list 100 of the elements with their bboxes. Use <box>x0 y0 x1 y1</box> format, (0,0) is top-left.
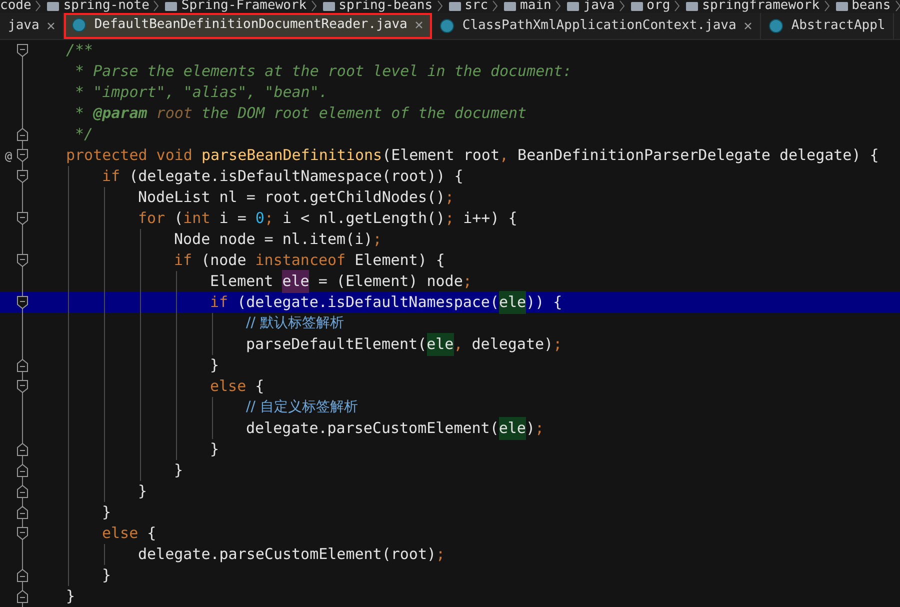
chevron-icon <box>618 0 625 12</box>
folder-icon <box>567 2 580 11</box>
chevron-icon <box>492 0 498 12</box>
code-token: } <box>102 502 112 524</box>
code-token: = (Element) node <box>317 271 463 292</box>
fold-icon[interactable] <box>17 254 28 267</box>
code-token: parseBeanDefinitions <box>201 145 382 166</box>
fold-icon[interactable] <box>17 212 28 225</box>
close-icon[interactable] <box>47 22 56 30</box>
code-token: NodeList nl = root.getChildNodes() <box>138 187 446 208</box>
code-token: i++) { <box>462 208 518 230</box>
fold-icon[interactable] <box>17 359 28 372</box>
code-token: 0 <box>255 208 264 230</box>
code-token: } <box>210 439 220 460</box>
fold-icon[interactable] <box>17 170 28 183</box>
folder-icon <box>448 2 461 11</box>
fold-icon[interactable] <box>17 128 28 141</box>
code-token: instanceof <box>255 250 347 272</box>
code-token: (Element root <box>382 145 500 166</box>
fold-icon[interactable] <box>17 464 28 477</box>
editor-tab[interactable]: AbstractAppl <box>761 13 894 39</box>
code-token: if <box>210 292 230 314</box>
code-token: { <box>147 523 156 544</box>
fold-icon[interactable] <box>17 485 28 498</box>
code-token: delegate) <box>470 334 554 356</box>
folder-icon <box>630 2 643 11</box>
code-token: i = <box>219 208 248 230</box>
code-token: BeanDefinitionParserDelegate delegate) { <box>516 145 879 166</box>
fold-icon[interactable] <box>17 590 28 603</box>
code-token: ; <box>436 544 446 566</box>
code-token: ; <box>264 208 274 230</box>
fold-icon[interactable] <box>17 380 28 393</box>
chevron-icon <box>555 0 562 12</box>
close-icon[interactable] <box>744 22 752 30</box>
class-icon <box>440 19 454 34</box>
code-token: } <box>66 586 76 607</box>
code-token: int <box>183 208 212 230</box>
code-token: ele <box>499 291 526 314</box>
code-token: , <box>500 145 509 166</box>
class-icon <box>72 18 86 32</box>
code-token: * Parse the elements at the root level in the document: <box>74 61 572 82</box>
code-token: for <box>138 208 166 230</box>
code-token: ; <box>553 334 562 356</box>
code-token: (delegate.isDefaultNamespace(root)) { <box>129 166 464 188</box>
chevron-icon <box>153 0 160 12</box>
fold-icon[interactable] <box>17 527 28 540</box>
code-token: { <box>255 376 264 398</box>
code-token: } <box>102 565 112 586</box>
code-token: ; <box>535 418 544 440</box>
editor-tab[interactable]: DefaultBeanDefinitionDocumentReader.java <box>64 13 432 39</box>
code-token: else <box>102 523 140 544</box>
chevron-icon <box>436 0 443 12</box>
code-token: * "import", "alias", "bean". <box>74 82 328 104</box>
code-token: } <box>174 460 184 482</box>
code-token: } <box>138 481 148 502</box>
chevron-icon <box>674 0 680 12</box>
code-token: the DOM root element of the document <box>200 103 527 124</box>
chevron-icon <box>35 0 42 12</box>
code-token: /** <box>66 40 94 62</box>
fold-icon[interactable] <box>17 44 28 57</box>
code-token: ; <box>372 229 382 250</box>
class-icon <box>769 19 784 34</box>
fold-icon[interactable] <box>17 149 28 162</box>
code-token: if <box>174 250 194 272</box>
code-token: if <box>102 166 122 188</box>
breadcrumb-item[interactable]: org <box>646 0 670 14</box>
code-token: )) { <box>526 292 562 314</box>
code-token: delegate.parseCustomElement( <box>246 418 499 440</box>
code-token: delegate.parseCustomElement(root) <box>138 544 436 566</box>
code-token: */ <box>74 124 94 146</box>
code-token: Node node = nl.item(i) <box>174 229 373 250</box>
fold-icon[interactable] <box>17 443 28 456</box>
fold-icon[interactable] <box>17 296 28 309</box>
code-token: } <box>210 355 220 376</box>
code-token: ; <box>445 208 454 230</box>
folder-icon <box>836 2 848 11</box>
code-token: ) <box>526 418 535 440</box>
folder-icon <box>165 2 178 11</box>
code-token: (node <box>201 250 248 272</box>
breadcrumb-item[interactable]: src <box>464 0 488 14</box>
folder-icon <box>47 2 60 11</box>
fold-icon[interactable] <box>17 569 28 582</box>
code-token: , <box>454 334 463 356</box>
code-token: parseDefaultElement( <box>246 334 427 356</box>
code-token: ele <box>426 333 454 356</box>
override-marker[interactable]: @ <box>4 146 12 164</box>
code-token: ele <box>498 417 526 440</box>
code-token: ; <box>462 271 472 292</box>
code-token: i < nl.getLength() <box>281 208 446 230</box>
code-token: ( <box>174 208 184 230</box>
code-token: ele <box>282 270 310 293</box>
code-token: Element) { <box>354 250 445 272</box>
chevron-icon <box>894 0 900 12</box>
close-icon[interactable] <box>415 21 424 30</box>
fold-icon[interactable] <box>17 506 28 519</box>
editor-tab[interactable]: ClassPathXmlApplicationContext.java <box>432 13 762 39</box>
chevron-icon <box>310 0 317 12</box>
code-token: protected void <box>66 145 194 166</box>
folder-icon <box>686 2 698 11</box>
folder-icon <box>322 2 335 11</box>
